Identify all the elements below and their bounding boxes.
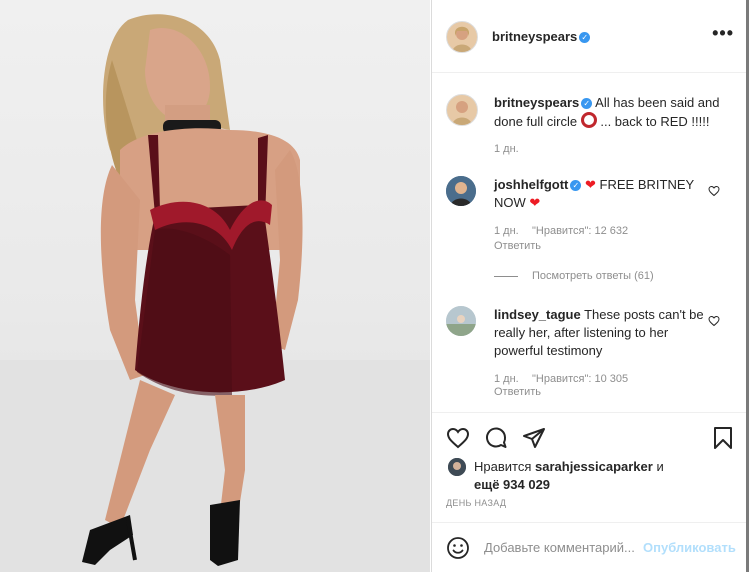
paper-plane-icon[interactable]: [522, 426, 546, 455]
caption-avatar[interactable]: [446, 94, 478, 126]
comment-input[interactable]: Добавьте комментарий...: [484, 540, 635, 555]
post-photo-illustration: [0, 14, 430, 572]
red-heart-emoji-icon: ❤: [529, 195, 541, 210]
liker-avatar[interactable]: [448, 458, 466, 476]
verified-badge-icon: ✓: [581, 98, 593, 109]
view-replies-link[interactable]: Посмотреть ответы (61): [532, 270, 654, 282]
verified-badge-icon: ✓: [570, 180, 582, 191]
comment-likes[interactable]: "Нравится": 12 632: [532, 225, 628, 237]
comment-like-heart-icon[interactable]: [708, 314, 720, 332]
red-heart-emoji-icon: ❤: [585, 177, 596, 192]
caption-text-tail: ... back to RED !!!!!: [600, 114, 710, 129]
post-date[interactable]: ДЕНЬ НАЗАД: [446, 498, 506, 508]
likes-and: и: [656, 459, 664, 474]
post-sidebar: britneyspears ✓ ••• britneyspears ✓ All ha…: [431, 0, 749, 572]
post-photo[interactable]: [0, 0, 430, 572]
caption-text-block: britneyspears ✓ All has been said and don…: [494, 94, 734, 131]
comment-time[interactable]: 1 дн.: [494, 225, 519, 237]
comment-reply-link[interactable]: Ответить: [494, 386, 541, 398]
caption-time[interactable]: 1 дн.: [494, 143, 519, 155]
speech-bubble-icon[interactable]: [484, 426, 508, 455]
comment-likes[interactable]: "Нравится": 10 305: [532, 373, 628, 385]
likes-count[interactable]: ещё 934 029: [474, 477, 550, 492]
comment-like-heart-icon[interactable]: [708, 184, 720, 202]
caption-username[interactable]: britneyspears: [494, 95, 579, 110]
comment-reply-link[interactable]: Ответить: [494, 240, 541, 252]
comment-username[interactable]: lindsey_tague: [494, 307, 581, 322]
red-circle-emoji-icon: [580, 112, 597, 128]
add-comment-bar: Добавьте комментарий... Опубликовать: [432, 522, 749, 573]
smiley-icon[interactable]: [446, 536, 470, 565]
author-username[interactable]: britneyspears: [492, 29, 577, 44]
post-comment-button[interactable]: Опубликовать: [643, 540, 736, 555]
comment-username[interactable]: joshhelfgott: [494, 177, 568, 192]
verified-badge-icon: ✓: [579, 32, 591, 43]
comment-text-block: lindsey_tague These posts can't be reall…: [494, 306, 704, 360]
comment-avatar[interactable]: [446, 176, 476, 206]
likes-prefix: Нравится: [474, 459, 532, 474]
heart-outline-icon[interactable]: [446, 426, 470, 455]
comment-time[interactable]: 1 дн.: [494, 373, 519, 385]
comment-text-block: joshhelfgott ✓ ❤ FREE BRITNEY NOW ❤: [494, 176, 704, 212]
more-options-icon[interactable]: •••: [712, 23, 734, 44]
post-header: britneyspears ✓ •••: [432, 0, 749, 73]
bookmark-icon[interactable]: [711, 426, 735, 455]
replies-divider: [494, 276, 518, 277]
comment-avatar[interactable]: [446, 306, 476, 336]
actions-bar: [432, 412, 749, 449]
author-avatar[interactable]: [446, 21, 478, 53]
likes-summary: Нравится sarahjessicaparker и ещё 934 02…: [474, 458, 714, 494]
author-line: britneyspears ✓: [492, 28, 591, 46]
liker-username[interactable]: sarahjessicaparker: [535, 459, 653, 474]
